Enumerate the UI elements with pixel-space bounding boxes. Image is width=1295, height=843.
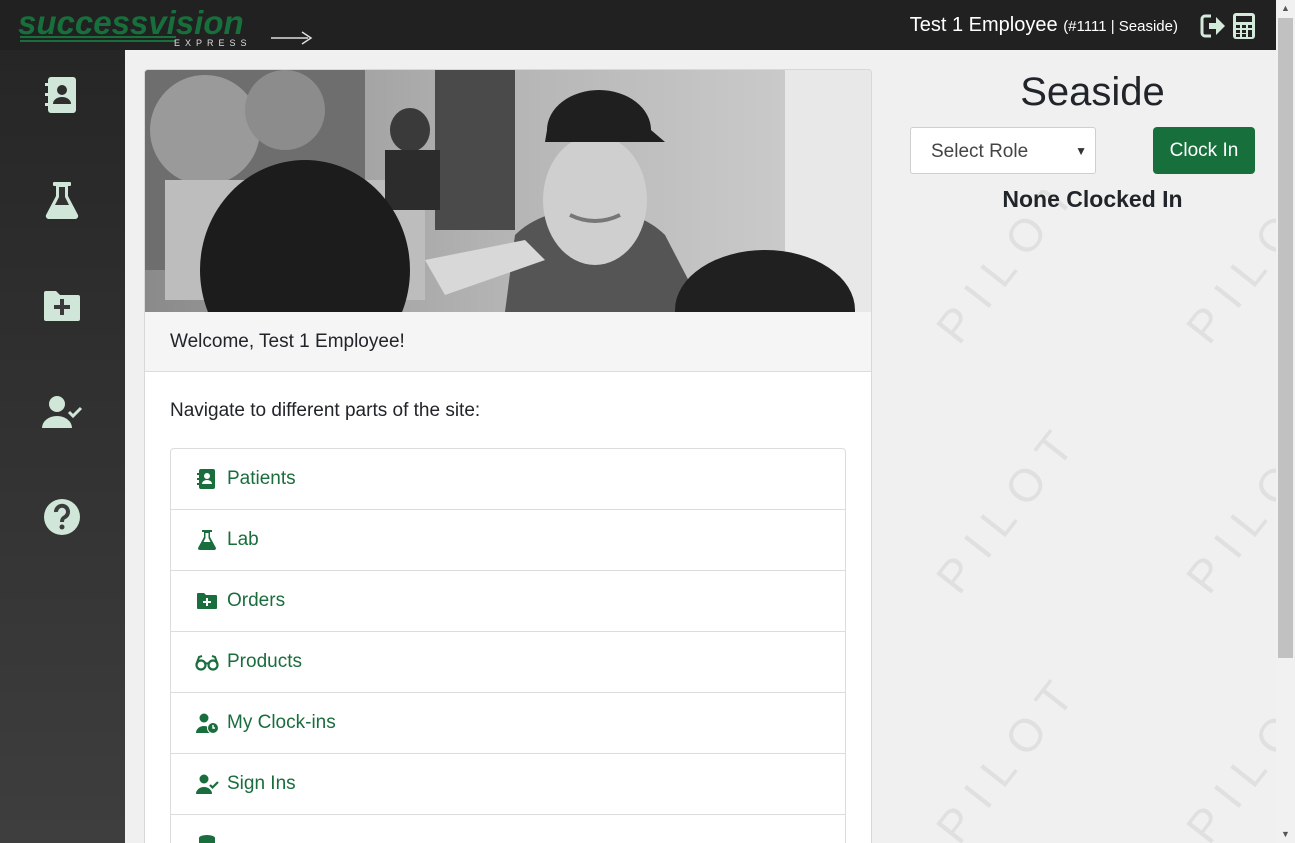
folder-plus-icon xyxy=(44,291,80,321)
svg-text:successvision: successvision xyxy=(18,4,244,41)
address-book-icon xyxy=(195,468,219,490)
nav-item-my-clock-ins[interactable]: My Clock-ins xyxy=(171,693,845,754)
sidebar-item-lab[interactable] xyxy=(40,179,84,223)
flask-icon xyxy=(45,182,79,220)
scroll-down-arrow-icon[interactable]: ▼ xyxy=(1276,826,1295,843)
caret-down-icon: ▼ xyxy=(1075,144,1087,158)
nav-item-orders[interactable]: Orders xyxy=(171,571,845,632)
sidebar-item-help[interactable] xyxy=(40,495,84,539)
pilot-watermark: PILOT PILOT PILOT PILOT PILOT PILOT xyxy=(925,190,1276,843)
sidebar-item-orders[interactable] xyxy=(40,284,84,328)
top-bar: successvision EXPRESS Test 1 Employee (#… xyxy=(0,0,1276,50)
sidebar-item-sign-ins[interactable] xyxy=(40,390,84,434)
nav-item-lab[interactable]: Lab xyxy=(171,510,845,571)
sidebar-item-patients[interactable] xyxy=(40,73,84,117)
user-info: Test 1 Employee (#1111 | Seaside) xyxy=(910,14,1178,37)
user-check-icon xyxy=(195,773,219,795)
main-content: Welcome, Test 1 Employee! Navigate to di… xyxy=(125,50,1276,843)
successvision-logo[interactable]: successvision EXPRESS xyxy=(16,4,316,48)
address-book-icon xyxy=(45,77,76,113)
nav-intro-text: Navigate to different parts of the site: xyxy=(170,400,481,421)
database-icon xyxy=(195,834,219,843)
nav-item-label: Sign Ins xyxy=(227,773,296,794)
welcome-card: Welcome, Test 1 Employee! Navigate to di… xyxy=(144,69,872,843)
nav-item-label: Products xyxy=(227,651,302,672)
scroll-up-arrow-icon[interactable]: ▲ xyxy=(1276,0,1295,17)
user-check-icon xyxy=(42,396,83,428)
nav-item-patients[interactable]: Patients xyxy=(171,449,845,510)
hero-photo xyxy=(145,70,871,312)
user-meta: (#1111 | Seaside) xyxy=(1063,18,1178,35)
calculator-icon[interactable] xyxy=(1230,12,1258,40)
role-select[interactable]: Select Role ▼ xyxy=(910,127,1096,174)
navigation-list: Patients Lab Orders Products My Clock-in… xyxy=(170,448,846,843)
nav-item-label: Orders xyxy=(227,590,286,611)
folder-plus-icon xyxy=(195,590,219,612)
nav-item-label: My Clock-ins xyxy=(227,712,336,733)
nav-item-sign-ins[interactable]: Sign Ins xyxy=(171,754,845,815)
nav-item-partial[interactable] xyxy=(171,815,845,843)
sidebar xyxy=(0,50,125,843)
question-circle-icon xyxy=(44,499,80,535)
location-title: Seaside xyxy=(1020,70,1165,114)
glasses-icon xyxy=(195,651,219,673)
user-name: Test 1 Employee xyxy=(909,14,1058,36)
user-clock-icon xyxy=(195,712,219,734)
nav-item-products[interactable]: Products xyxy=(171,632,845,693)
scroll-thumb[interactable] xyxy=(1278,18,1293,658)
nav-item-label: Lab xyxy=(227,529,259,550)
clock-in-button[interactable]: Clock In xyxy=(1153,127,1255,174)
welcome-heading: Welcome, Test 1 Employee! xyxy=(145,312,871,372)
sign-out-icon[interactable] xyxy=(1199,12,1227,40)
page-scrollbar[interactable]: ▲ ▼ xyxy=(1276,0,1295,843)
svg-text:EXPRESS: EXPRESS xyxy=(174,38,252,48)
nav-item-label: Patients xyxy=(227,468,296,489)
flask-icon xyxy=(195,529,219,551)
role-select-value: Select Role xyxy=(931,141,1029,162)
clock-status: None Clocked In xyxy=(1002,186,1183,212)
